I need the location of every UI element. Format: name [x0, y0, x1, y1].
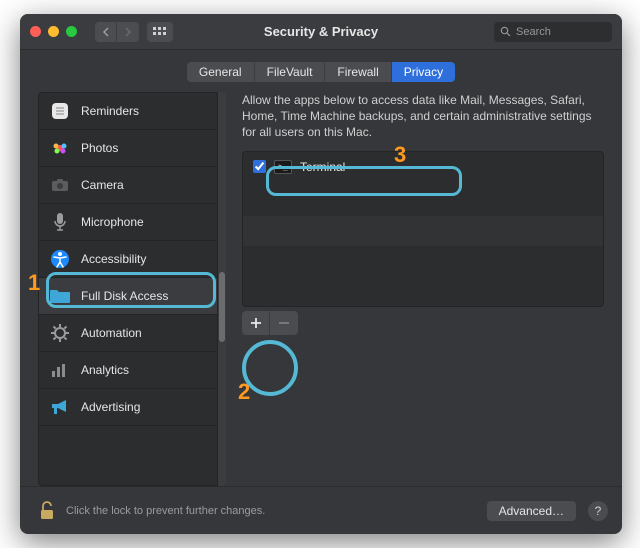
- search-icon: [500, 26, 511, 37]
- accessibility-icon: [49, 248, 71, 270]
- nav-buttons: [95, 22, 139, 42]
- tab-general[interactable]: General: [187, 62, 255, 82]
- sidebar-item-label: Reminders: [81, 104, 139, 118]
- sidebar-item-label: Camera: [81, 178, 124, 192]
- camera-icon: [49, 174, 71, 196]
- lock-button[interactable]: [38, 500, 56, 522]
- tab-bar: General FileVault Firewall Privacy: [20, 50, 622, 92]
- description-text: Allow the apps below to access data like…: [242, 92, 604, 141]
- plus-icon: [250, 317, 262, 329]
- help-button[interactable]: ?: [588, 501, 608, 521]
- footer: Click the lock to prevent further change…: [20, 486, 622, 534]
- search-placeholder: Search: [516, 26, 551, 38]
- list-stripe: [243, 216, 603, 246]
- sidebar-item-microphone[interactable]: Microphone: [39, 204, 217, 241]
- app-name: Terminal: [300, 160, 345, 174]
- main-panel: Allow the apps below to access data like…: [226, 92, 604, 486]
- app-checkbox[interactable]: [253, 160, 266, 173]
- advanced-button[interactable]: Advanced…: [487, 501, 576, 521]
- close-window-button[interactable]: [30, 26, 41, 37]
- preferences-window: Security & Privacy Search General FileVa…: [20, 14, 622, 534]
- minimize-window-button[interactable]: [48, 26, 59, 37]
- photos-icon: [49, 137, 71, 159]
- traffic-lights: [30, 26, 77, 37]
- search-field[interactable]: Search: [494, 22, 612, 42]
- show-all-button[interactable]: [147, 22, 173, 42]
- sidebar-item-label: Microphone: [81, 215, 144, 229]
- folder-icon: [49, 285, 71, 307]
- help-icon: ?: [595, 504, 602, 518]
- titlebar: Security & Privacy Search: [20, 14, 622, 50]
- tab-filevault[interactable]: FileVault: [255, 62, 326, 82]
- sidebar-item-label: Automation: [81, 326, 142, 340]
- sidebar-item-label: Full Disk Access: [81, 289, 168, 303]
- sidebar-scrollbar[interactable]: [218, 92, 226, 486]
- add-remove-buttons: [242, 311, 604, 335]
- back-button[interactable]: [95, 22, 117, 42]
- unlock-icon: [39, 501, 55, 521]
- add-app-button[interactable]: [242, 311, 270, 335]
- lock-text: Click the lock to prevent further change…: [66, 505, 265, 517]
- sidebar-item-advertising[interactable]: Advertising: [39, 389, 217, 426]
- content-area: Reminders Photos Camera Microphone Acces…: [20, 92, 622, 486]
- scrollbar-thumb[interactable]: [219, 272, 225, 342]
- sidebar-item-label: Photos: [81, 141, 118, 155]
- tab-firewall[interactable]: Firewall: [325, 62, 391, 82]
- sidebar-item-automation[interactable]: Automation: [39, 315, 217, 352]
- remove-app-button[interactable]: [270, 311, 298, 335]
- minus-icon: [278, 317, 290, 329]
- sidebar-item-label: Accessibility: [81, 252, 146, 266]
- analytics-icon: [49, 359, 71, 381]
- tab-privacy[interactable]: Privacy: [392, 62, 455, 82]
- reminders-icon: [49, 100, 71, 122]
- advertising-icon: [49, 396, 71, 418]
- sidebar-item-camera[interactable]: Camera: [39, 167, 217, 204]
- sidebar-item-full-disk-access[interactable]: Full Disk Access: [39, 278, 217, 315]
- sidebar-item-reminders[interactable]: Reminders: [39, 93, 217, 130]
- app-row-terminal[interactable]: >_ Terminal: [243, 152, 603, 182]
- sidebar-item-analytics[interactable]: Analytics: [39, 352, 217, 389]
- microphone-icon: [49, 211, 71, 233]
- sidebar-item-accessibility[interactable]: Accessibility: [39, 241, 217, 278]
- forward-button[interactable]: [117, 22, 139, 42]
- sidebar-item-photos[interactable]: Photos: [39, 130, 217, 167]
- automation-icon: [49, 322, 71, 344]
- sidebar-item-label: Advertising: [81, 400, 140, 414]
- privacy-categories-sidebar: Reminders Photos Camera Microphone Acces…: [38, 92, 218, 486]
- sidebar-item-label: Analytics: [81, 363, 129, 377]
- zoom-window-button[interactable]: [66, 26, 77, 37]
- app-list: >_ Terminal: [242, 151, 604, 307]
- terminal-icon: >_: [274, 160, 292, 174]
